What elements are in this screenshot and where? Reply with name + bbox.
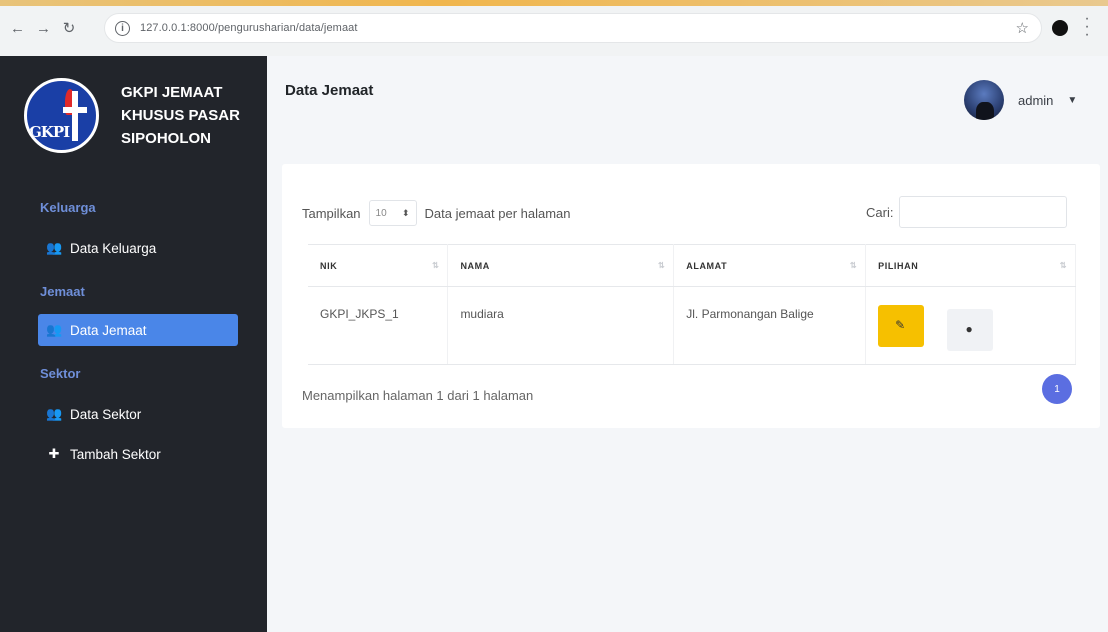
user-name[interactable]: admin [1018,93,1053,108]
plus-icon: ✚ [48,446,60,461]
cell-alamat: Jl. Parmonangan Balige [673,286,867,365]
brand[interactable]: GKPI GKPI JEMAAT KHUSUS PASAR SIPOHOLON [24,78,240,153]
table-header-row: NIK ⇅ NAMA ⇅ ALAMAT ⇅ PILIHAN ⇅ [308,244,1076,287]
cross-icon [72,91,78,141]
view-button[interactable]: ● [947,309,994,351]
search-label: Cari: [866,204,894,220]
column-header-pilihan[interactable]: PILIHAN ⇅ [865,244,1076,287]
bookmark-star-icon[interactable]: ☆ [1016,19,1029,37]
edit-icon: ✎ [895,318,906,332]
jemaat-table: NIK ⇅ NAMA ⇅ ALAMAT ⇅ PILIHAN ⇅ GKPI_JKPS_1 … [308,244,1076,365]
search-control: Cari: [866,196,1068,228]
sidebar-item-data-sektor[interactable]: 👥 Data Sektor [38,398,238,430]
url-text[interactable]: 127.0.0.1:8000/pengurusharian/data/jemaa… [140,22,358,34]
brand-name: GKPI JEMAAT KHUSUS PASAR SIPOHOLON [121,84,240,147]
section-label-jemaat: Jemaat [40,284,85,299]
user-menu[interactable]: admin ▼ [964,80,1077,120]
navigation-buttons: ← → ↻ [10,19,76,38]
sort-icon: ⇅ [849,261,858,270]
page-title: Data Jemaat [285,82,374,99]
column-header-nik[interactable]: NIK ⇅ [308,244,449,287]
back-icon[interactable]: ← [10,20,25,37]
sidebar-item-data-keluarga[interactable]: 👥 Data Keluarga [38,232,238,264]
reload-icon[interactable]: ↻ [62,19,76,37]
edit-button[interactable]: ✎ [878,305,925,347]
sidebar: GKPI GKPI JEMAAT KHUSUS PASAR SIPOHOLON … [0,56,267,632]
avatar[interactable] [964,80,1004,120]
section-label-keluarga: Keluarga [40,200,96,215]
site-info-icon[interactable]: i [115,20,130,36]
cell-pilihan: ✎ ● [865,286,1076,365]
forward-icon[interactable]: → [36,20,51,37]
page-size-select[interactable]: 10 ⬍ [368,200,417,226]
tab-strip [0,0,1108,6]
show-label: Tampilkan [302,205,361,221]
page-button-1[interactable]: 1 [1042,374,1072,404]
cell-nik: GKPI_JKPS_1 [308,286,449,365]
table-row: GKPI_JKPS_1 mudiara Jl. Parmonangan Bali… [308,286,1076,365]
sort-icon: ⇅ [657,261,666,270]
per-page-label: Data jemaat per halaman [424,205,571,221]
browser-toolbar: ← → ↻ i 127.0.0.1:8000/pengurusharian/da… [0,0,1108,56]
data-table-card: Tampilkan 10 ⬍ Data jemaat per halaman C… [282,164,1100,428]
select-arrows-icon: ⬍ [401,207,410,218]
sidebar-item-data-jemaat[interactable]: 👥 Data Jemaat [38,314,238,346]
sort-icon: ⇅ [1059,261,1067,270]
sidebar-item-tambah-sektor[interactable]: ✚ Tambah Sektor [38,438,238,470]
users-icon: 👥 [46,240,63,255]
sort-icon: ⇅ [432,261,440,270]
address-bar[interactable]: i 127.0.0.1:8000/pengurusharian/data/jem… [104,13,1042,43]
chevron-down-icon[interactable]: ▼ [1067,95,1077,106]
section-label-sektor: Sektor [40,366,81,381]
cell-nama: mudiara [447,286,675,365]
column-header-nama[interactable]: NAMA ⇅ [447,244,675,287]
logo-text: GKPI [29,123,70,141]
gkpi-logo: GKPI [24,78,99,153]
pagination-info: Menampilkan halaman 1 dari 1 halaman [302,388,534,403]
users-icon: 👥 [46,322,63,337]
profile-icon[interactable] [1052,20,1068,36]
search-input[interactable] [899,196,1068,228]
eye-icon: ● [965,322,973,336]
menu-kebab-icon[interactable]: · · · [1084,11,1090,43]
users-icon: 👥 [46,406,63,421]
column-header-alamat[interactable]: ALAMAT ⇅ [673,244,867,287]
page-size-control: Tampilkan 10 ⬍ Data jemaat per halaman [302,200,571,226]
